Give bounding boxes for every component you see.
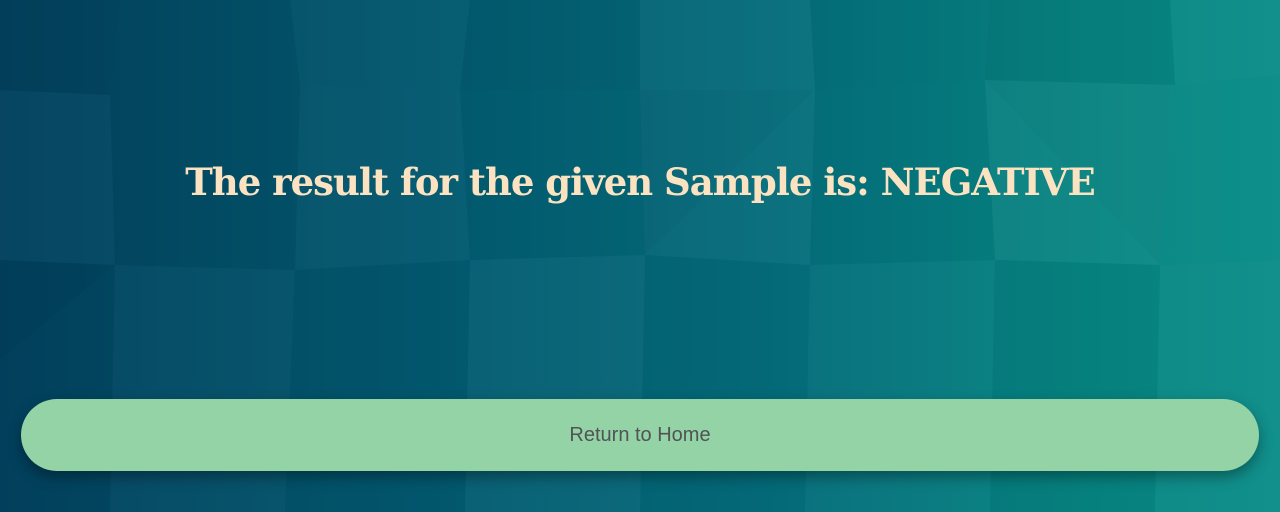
result-heading: The result for the given Sample is: NEGA… — [185, 160, 1095, 204]
result-page: { "result": { "heading": "The result for… — [0, 0, 1280, 512]
return-home-button[interactable]: Return to Home — [21, 399, 1259, 471]
